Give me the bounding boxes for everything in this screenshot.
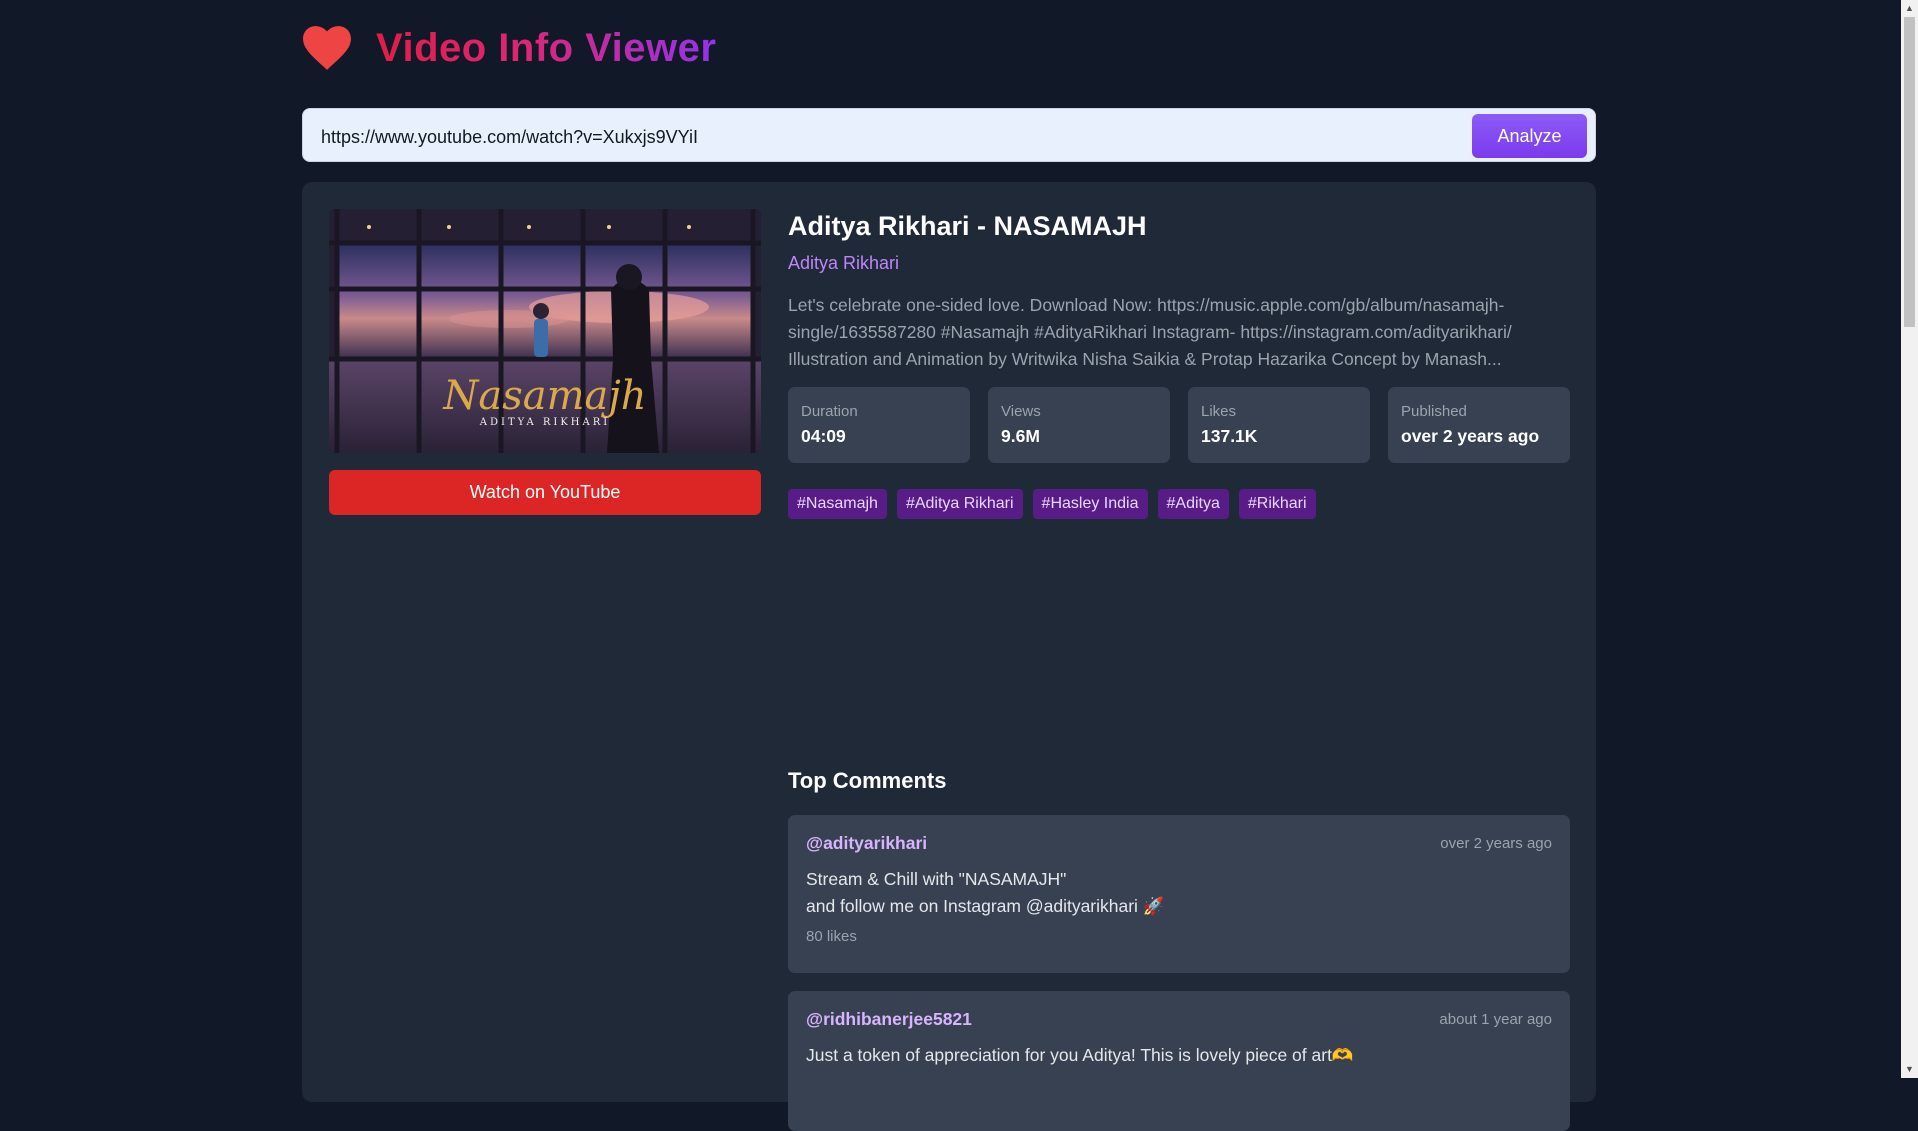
app-title: Video Info Viewer — [376, 25, 717, 70]
url-input[interactable] — [319, 121, 1463, 153]
video-card: Nasamajh ADITYA RIKHARI Watch on YouTube… — [302, 182, 1596, 1131]
stat-published: Published over 2 years ago — [1388, 387, 1570, 463]
scrollbar-thumb[interactable] — [1904, 17, 1915, 327]
tag-rikhari: #Rikhari — [1238, 489, 1316, 519]
comment-time: about 1 year ago — [1439, 1011, 1552, 1028]
comment-text: Stream & Chill with "NASAMAJH" and follo… — [806, 866, 1552, 920]
comment-line: Stream & Chill with "NASAMAJH" — [806, 869, 1067, 889]
comment-item: @adityarikhari over 2 years ago Stream &… — [788, 815, 1570, 973]
tag-hasley-india: #Hasley India — [1032, 489, 1148, 519]
thumbnail-illustration: Nasamajh ADITYA RIKHARI — [329, 209, 761, 453]
url-search-bar: Analyze — [302, 108, 1596, 162]
scroll-down-arrow-icon[interactable]: ▼ — [1901, 1061, 1918, 1078]
page-scrollbar[interactable]: ▲ ▼ — [1901, 0, 1918, 1078]
stat-duration: Duration 04:09 — [788, 387, 970, 463]
comment-text: Just a token of appreciation for you Adi… — [806, 1042, 1552, 1069]
stat-label: Duration — [801, 403, 858, 420]
stat-label: Published — [1401, 403, 1467, 420]
comment-time: over 2 years ago — [1440, 835, 1552, 852]
video-title: Aditya Rikhari - NASAMAJH — [788, 211, 1147, 241]
stat-value: over 2 years ago — [1401, 426, 1540, 446]
tag-list: #Nasamajh #Aditya Rikhari #Hasley India … — [788, 489, 1570, 519]
comment-line: and follow me on Instagram @adityarikhar… — [806, 896, 1165, 916]
tag-nasamajh: #Nasamajh — [788, 489, 887, 519]
stat-label: Views — [1001, 403, 1041, 420]
stat-views: Views 9.6M — [988, 387, 1170, 463]
analyze-button[interactable]: Analyze — [1472, 114, 1587, 158]
channel-link[interactable]: Aditya Rikhari — [788, 253, 1570, 274]
comment-line: Just a token of appreciation for you Adi… — [806, 1045, 1354, 1065]
stat-value: 04:09 — [801, 426, 846, 446]
stat-value: 9.6M — [1001, 426, 1040, 446]
watch-on-youtube-button[interactable]: Watch on YouTube — [329, 470, 761, 515]
video-info: Aditya Rikhari - NASAMAJH Aditya Rikhari… — [788, 209, 1570, 519]
stat-likes: Likes 137.1K — [1188, 387, 1370, 463]
tag-aditya-rikhari: #Aditya Rikhari — [896, 489, 1023, 519]
comment-likes: 80 likes — [806, 928, 857, 945]
stat-value: 137.1K — [1201, 426, 1258, 446]
scroll-up-arrow-icon[interactable]: ▲ — [1901, 0, 1918, 17]
stat-label: Likes — [1201, 403, 1237, 420]
stats-grid: Duration 04:09 Views 9.6M Likes 137.1K P… — [788, 387, 1570, 463]
comment-item: @ridhibanerjee5821 about 1 year ago Just… — [788, 991, 1570, 1131]
thumbnail-title-text: Nasamajh — [442, 373, 646, 419]
tag-aditya: #Aditya — [1157, 489, 1229, 519]
thumbnail-artist-text: ADITYA RIKHARI — [479, 417, 610, 428]
video-description: Let's celebrate one-sided love. Download… — [788, 295, 1512, 369]
heart-icon — [303, 26, 351, 70]
comments-heading: Top Comments — [788, 768, 947, 793]
app-header: Video Info Viewer — [302, 22, 716, 74]
video-thumbnail[interactable]: Nasamajh ADITYA RIKHARI — [329, 209, 761, 453]
